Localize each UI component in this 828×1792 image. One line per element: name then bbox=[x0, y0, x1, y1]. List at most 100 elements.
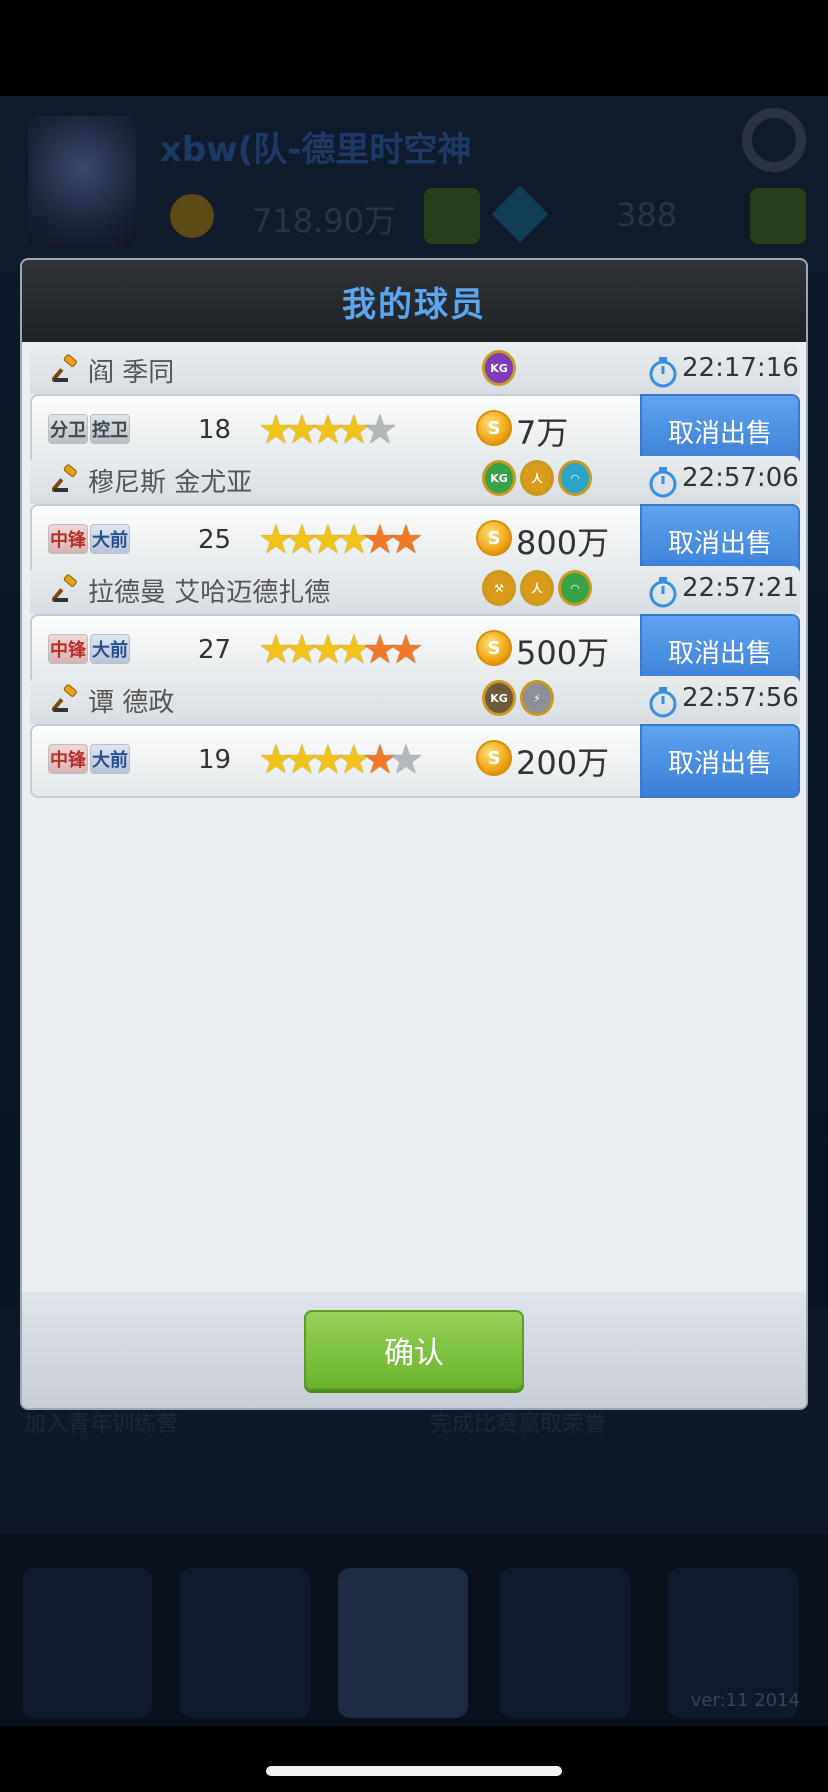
player-row-header: 阎 季同 KG 22:17:16 bbox=[30, 346, 800, 394]
star-icon: ★ bbox=[258, 407, 294, 453]
star-icon: ★ bbox=[284, 517, 320, 563]
nav-star-icon bbox=[22, 1568, 152, 1718]
position-tag: 中锋 bbox=[48, 634, 88, 664]
star-icon: ★ bbox=[258, 627, 294, 673]
skill-badges: KG bbox=[482, 350, 516, 390]
star-icon: ★ bbox=[310, 517, 346, 563]
player-row: 穆尼斯 金尤亚 KG 人 ◠ 22:57:06 中锋 大前 25 ★ ★ ★ ★… bbox=[30, 456, 800, 578]
player-row-header: 谭 德政 KG ⚡ 22:57:56 bbox=[30, 676, 800, 724]
star-icon: ★ bbox=[388, 517, 424, 563]
avatar bbox=[28, 116, 136, 248]
dialog-title: 我的球员 bbox=[342, 284, 486, 325]
background-header: xbw(队-德里时空神 718.90万 388 bbox=[0, 96, 828, 266]
star-icon: ★ bbox=[284, 627, 320, 673]
gem-icon bbox=[491, 185, 549, 243]
star-icon: ★ bbox=[388, 737, 424, 783]
player-row-header: 穆尼斯 金尤亚 KG 人 ◠ 22:57:06 bbox=[30, 456, 800, 504]
timer-icon bbox=[649, 577, 677, 608]
time-remaining: 22:17:16 bbox=[682, 353, 799, 383]
time-remaining: 22:57:06 bbox=[682, 463, 799, 493]
star-icon: ★ bbox=[284, 407, 320, 453]
my-players-dialog: 我的球员 阎 季同 KG 22:17:16 分卫 控卫 18 ★ ★ ★ ★ ★… bbox=[22, 260, 806, 1408]
star-rating: ★ ★ ★ ★ ★ ★ bbox=[258, 517, 424, 563]
coin-icon bbox=[170, 194, 214, 238]
shoe-green-badge-icon: ◠ bbox=[558, 570, 592, 606]
star-icon: ★ bbox=[258, 517, 294, 563]
gem-balance: 388 bbox=[616, 196, 678, 234]
timer-icon bbox=[649, 687, 677, 718]
star-icon: ★ bbox=[362, 517, 398, 563]
home-indicator[interactable] bbox=[266, 1766, 562, 1776]
gavel-icon bbox=[52, 464, 77, 493]
star-icon: ★ bbox=[362, 407, 398, 453]
player-age: 25 bbox=[198, 525, 232, 555]
gavel-gold-badge-icon: ⚒ bbox=[482, 570, 516, 606]
player-name: 拉德曼 艾哈迈德扎德 bbox=[88, 578, 331, 608]
player-row: 阎 季同 KG 22:17:16 分卫 控卫 18 ★ ★ ★ ★ ★ S 7万… bbox=[30, 346, 800, 468]
player-price: 800万 bbox=[516, 524, 610, 562]
star-icon: ★ bbox=[336, 517, 372, 563]
star-icon: ★ bbox=[310, 627, 346, 673]
position-tag: 大前 bbox=[90, 524, 130, 554]
confirm-button[interactable]: 确认 bbox=[304, 1310, 524, 1390]
time-remaining: 22:57:21 bbox=[682, 573, 799, 603]
dialog-footer: 确认 bbox=[22, 1292, 806, 1408]
nav-yen-icon bbox=[180, 1568, 310, 1718]
player-row: 拉德曼 艾哈迈德扎德 ⚒ 人 ◠ 22:57:21 中锋 大前 27 ★ ★ ★… bbox=[30, 566, 800, 688]
position-tag: 中锋 bbox=[48, 524, 88, 554]
star-icon: ★ bbox=[310, 407, 346, 453]
timer-icon bbox=[649, 357, 677, 388]
player-age: 27 bbox=[198, 635, 232, 665]
star-icon: ★ bbox=[336, 737, 372, 783]
player-name: 阎 季同 bbox=[88, 358, 175, 388]
add-coins-button bbox=[424, 188, 480, 244]
star-icon: ★ bbox=[284, 737, 320, 783]
runner-gold-badge-icon: 人 bbox=[520, 570, 554, 606]
shoe-teal-badge-icon: ◠ bbox=[558, 460, 592, 496]
nav-globe-icon bbox=[500, 1568, 630, 1718]
player-row: 谭 德政 KG ⚡ 22:57:56 中锋 大前 19 ★ ★ ★ ★ ★ ★ … bbox=[30, 676, 800, 798]
dialog-header: 我的球员 bbox=[22, 260, 806, 342]
player-age: 18 bbox=[198, 415, 232, 445]
version-label: ver:11 2014 bbox=[690, 1690, 800, 1711]
position-tag: 中锋 bbox=[48, 744, 88, 774]
star-icon: ★ bbox=[362, 627, 398, 673]
player-name: 谭 德政 bbox=[88, 688, 175, 718]
star-icon: ★ bbox=[388, 627, 424, 673]
skill-badges: KG 人 ◠ bbox=[482, 460, 592, 500]
star-rating: ★ ★ ★ ★ ★ ★ bbox=[258, 737, 424, 783]
team-name: xbw(队-德里时空神 bbox=[160, 130, 472, 170]
kg-purple-badge-icon: KG bbox=[482, 350, 516, 386]
star-rating: ★ ★ ★ ★ ★ ★ bbox=[258, 627, 424, 673]
gavel-icon bbox=[52, 574, 77, 603]
cancel-sale-button[interactable]: 取消出售 bbox=[640, 724, 800, 798]
player-row-header: 拉德曼 艾哈迈德扎德 ⚒ 人 ◠ 22:57:21 bbox=[30, 566, 800, 614]
player-gold-badge-icon: 人 bbox=[520, 460, 554, 496]
timer-icon bbox=[649, 467, 677, 498]
bolt-gray-badge-icon: ⚡ bbox=[520, 680, 554, 716]
kg-green-badge-icon: KG bbox=[482, 460, 516, 496]
player-row-body: 中锋 大前 19 ★ ★ ★ ★ ★ ★ S 200万 取消出售 bbox=[30, 724, 800, 798]
coin-icon: S bbox=[476, 740, 512, 776]
coin-icon: S bbox=[476, 520, 512, 556]
player-price: 7万 bbox=[516, 414, 569, 452]
task-description: 完成比赛赢取荣誉 bbox=[430, 1412, 607, 1437]
gear-icon bbox=[742, 108, 806, 172]
position-tag: 分卫 bbox=[48, 414, 88, 444]
position-tag: 大前 bbox=[90, 744, 130, 774]
add-gems-button bbox=[750, 188, 806, 244]
star-icon: ★ bbox=[336, 627, 372, 673]
player-age: 19 bbox=[198, 745, 232, 775]
position-tag: 大前 bbox=[90, 634, 130, 664]
player-price: 500万 bbox=[516, 634, 610, 672]
star-rating: ★ ★ ★ ★ ★ bbox=[258, 407, 398, 453]
star-icon: ★ bbox=[336, 407, 372, 453]
star-icon: ★ bbox=[362, 737, 398, 783]
coin-balance: 718.90万 bbox=[252, 202, 396, 240]
player-price: 200万 bbox=[516, 744, 610, 782]
position-tag: 控卫 bbox=[90, 414, 130, 444]
nav-market-icon bbox=[338, 1568, 468, 1718]
kg-gold-badge-icon: KG bbox=[482, 680, 516, 716]
task-description: 加入青年训练营 bbox=[24, 1412, 179, 1437]
gavel-icon bbox=[52, 684, 77, 713]
